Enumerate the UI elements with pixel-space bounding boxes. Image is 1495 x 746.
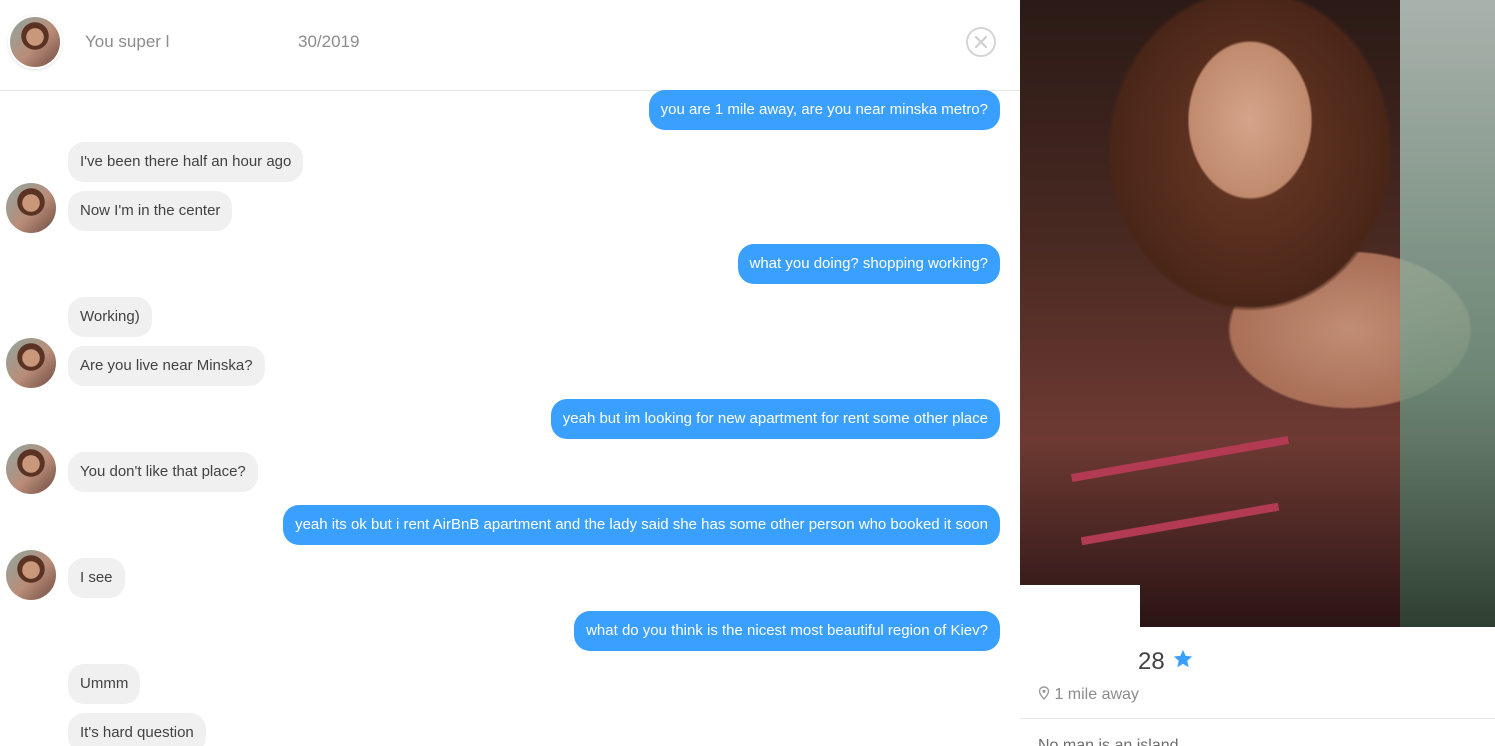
photo-background: [1400, 0, 1495, 627]
message-incoming: Ummm: [68, 664, 141, 704]
verified-star-icon: [1173, 649, 1193, 668]
message-incoming: It's hard question: [68, 713, 206, 746]
profile-panel: 28 1 mile away No man is an island: [1020, 0, 1495, 746]
chat-header: You super l 30/2019: [0, 0, 1020, 91]
message-outgoing: yeah its ok but i rent AirBnB apartment …: [283, 505, 1000, 545]
message-incoming: You don't like that place?: [68, 452, 258, 492]
message-incoming: Working): [68, 297, 152, 337]
photo-detail: [1070, 435, 1290, 483]
sender-avatar[interactable]: [6, 183, 56, 233]
message-incoming: I see: [68, 558, 125, 598]
profile-bio: No man is an island: [1038, 737, 1179, 746]
message-incoming: Now I'm in the center: [68, 191, 233, 231]
message-outgoing: you are 1 mile away, are you near minska…: [648, 90, 1000, 130]
message-outgoing: what you doing? shopping working?: [737, 244, 1000, 284]
location-pin-icon: [1038, 686, 1050, 700]
sender-avatar[interactable]: [6, 338, 56, 388]
match-date: 30/2019: [298, 32, 360, 51]
message-incoming: I've been there half an hour ago: [68, 142, 304, 182]
profile-photo[interactable]: [1020, 0, 1495, 627]
match-title: You super l: [85, 32, 170, 51]
sender-avatar[interactable]: [6, 550, 56, 600]
message-outgoing: what do you think is the nicest most bea…: [574, 611, 1000, 651]
divider: [1020, 718, 1495, 719]
distance-row: 1 mile away: [1038, 686, 1139, 704]
profile-age: 28: [1138, 648, 1165, 675]
distance-text: 1 mile away: [1054, 686, 1139, 703]
close-button[interactable]: [966, 27, 996, 57]
chat-panel: You super l 30/2019 you are 1 mile away,…: [0, 0, 1020, 746]
close-icon: [975, 36, 987, 48]
match-avatar[interactable]: [10, 17, 60, 67]
message-outgoing: yeah but im looking for new apartment fo…: [550, 399, 1000, 439]
photo-overlay: [1020, 585, 1140, 627]
sender-avatar[interactable]: [6, 444, 56, 494]
photo-detail: [1080, 502, 1280, 546]
message-incoming: Are you live near Minska?: [68, 346, 265, 386]
